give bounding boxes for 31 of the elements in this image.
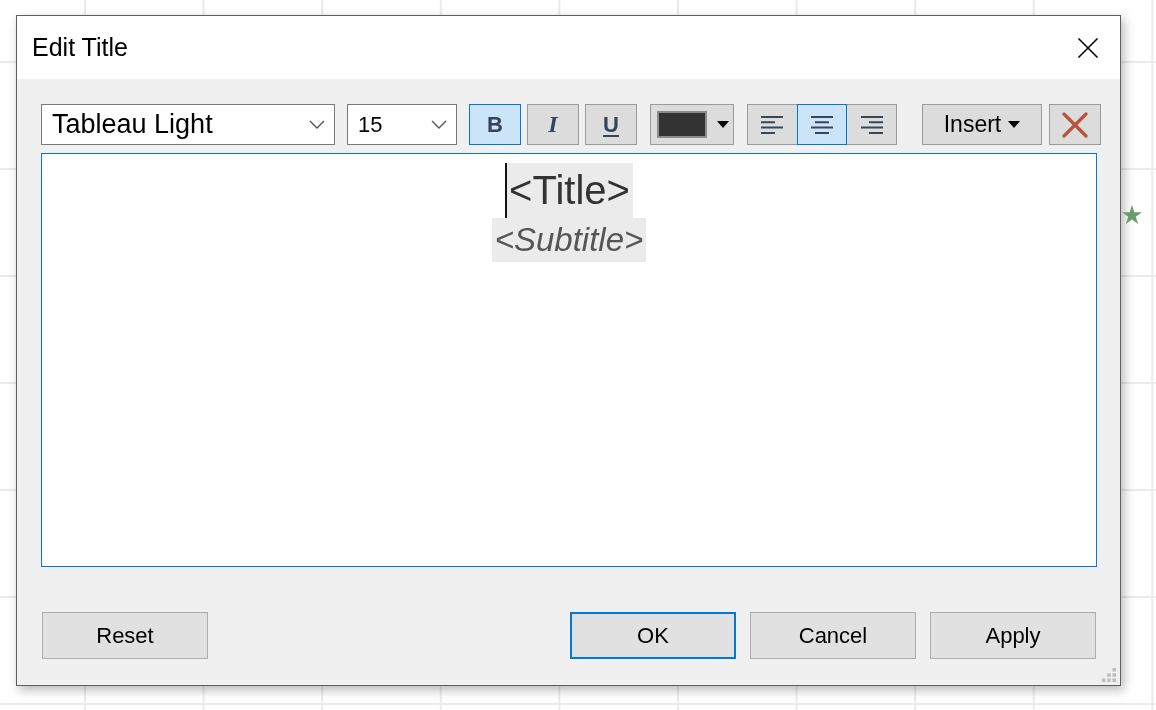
font-size-dropdown[interactable]: 15 <box>347 104 457 145</box>
caret-icon <box>1008 121 1021 128</box>
underline-button[interactable]: U <box>585 104 637 145</box>
align-center-icon <box>811 115 833 134</box>
align-center-button[interactable] <box>796 104 848 145</box>
font-dropdown[interactable]: Tableau Light <box>41 104 335 145</box>
footer-button[interactable]: Cancel <box>750 612 916 659</box>
x-icon <box>1062 111 1088 138</box>
align-right-button[interactable] <box>846 104 897 145</box>
bold-button[interactable]: B <box>469 104 521 145</box>
close-icon <box>1077 36 1099 59</box>
align-left-button[interactable] <box>747 104 798 145</box>
clear-button[interactable] <box>1049 104 1101 145</box>
text-editor-field[interactable]: <Title> <Subtitle> <box>41 153 1097 567</box>
resize-grip-icon[interactable] <box>1102 668 1116 682</box>
star-icon <box>1122 205 1142 224</box>
chevron-icon <box>431 120 447 129</box>
title-text: <Title> <box>507 163 633 218</box>
window-title: Edit Title <box>32 33 128 62</box>
close-button[interactable] <box>1077 36 1099 59</box>
footer-button[interactable]: Reset <box>42 612 208 659</box>
footer-button[interactable]: OK <box>570 612 736 659</box>
italic-button[interactable]: I <box>527 104 579 145</box>
subtitle-text: <Subtitle> <box>491 218 647 262</box>
align-left-icon <box>761 115 784 134</box>
align-right-icon <box>860 115 883 134</box>
chevron-icon <box>309 120 325 129</box>
caret-icon <box>717 121 729 128</box>
text-color-button[interactable] <box>650 104 734 145</box>
footer-button[interactable]: Apply <box>930 612 1096 659</box>
insert-button[interactable]: Insert <box>922 104 1042 145</box>
